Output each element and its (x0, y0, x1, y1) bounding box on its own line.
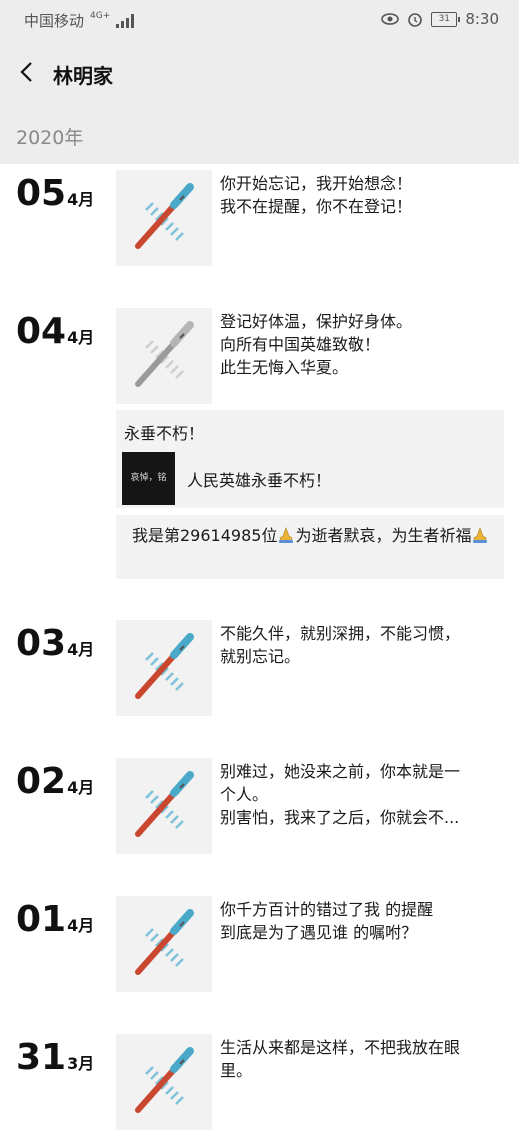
post-month: 4 (67, 640, 79, 659)
signal-icon (116, 13, 135, 28)
post-month: 3 (67, 1054, 79, 1073)
post-thumbnail[interactable] (116, 170, 212, 266)
shared-post-card[interactable]: 我是第29614985位 为逝者默哀，为生者祈福 (116, 515, 504, 579)
post-line: 我不在提醒，你不在登记！ (220, 197, 413, 216)
post-month: 4 (67, 778, 79, 797)
post-thumbnail[interactable] (116, 620, 212, 716)
alarm-icon (408, 13, 423, 27)
year-label: 2020年 (16, 127, 84, 149)
post-date: 044月 (16, 310, 94, 360)
post-line: 向所有中国英雄致敬！ (220, 335, 381, 354)
share2-text-middle: 为逝者默哀，为生者祈福 (295, 526, 472, 545)
post-line: 别害怕，我来了之后，你就会不... (220, 808, 460, 827)
post-day: 05 (16, 173, 67, 214)
post-thumbnail[interactable] (116, 758, 212, 854)
post-date: 034月 (16, 622, 94, 672)
post-day: 01 (16, 899, 67, 940)
month-suffix: 月 (78, 190, 95, 209)
thermometer-icon (135, 633, 194, 699)
post-date: 024月 (16, 760, 94, 810)
post-day: 02 (16, 761, 67, 802)
share2-text-before: 我是第29614985位 (132, 526, 278, 545)
post-month: 4 (67, 328, 79, 347)
post-text[interactable]: 生活从来都是这样，不把我放在眼 里。 (220, 1036, 510, 1082)
post-line: 别难过，她没来之前，你本就是一 (220, 762, 461, 781)
praying-hands-icon (473, 527, 488, 543)
battery-icon: 31 (431, 11, 461, 27)
share-text: 人民英雄永垂不朽！ (187, 471, 332, 490)
nav-bar: 林明家 (0, 40, 519, 106)
post-line: 生活从来都是这样，不把我放在眼 (220, 1038, 461, 1057)
post-text[interactable]: 登记好体温，保护好身体。 向所有中国英雄致敬！ 此生无悔入华夏。 (220, 310, 510, 379)
post-text[interactable]: 你千方百计的错过了我 的提醒 到底是为了遇见谁 的嘱咐？ (220, 898, 510, 944)
thermometer-icon (135, 321, 194, 387)
eye-icon (381, 13, 400, 25)
status-bar: 中国移动 4G+ 31 8:30 (0, 0, 519, 40)
post-line: 就别忘记。 (220, 647, 301, 666)
praying-hands-icon (279, 527, 294, 543)
month-suffix: 月 (78, 916, 95, 935)
post-day: 04 (16, 311, 67, 352)
post-text[interactable]: 不能久伴，就别深拥，不能习惯， 就别忘记。 (220, 622, 510, 668)
month-suffix: 月 (78, 778, 95, 797)
share-title: 永垂不朽！ (124, 424, 205, 443)
post-date: 054月 (16, 172, 94, 222)
post-line: 里。 (220, 1061, 253, 1080)
post-line: 登记好体温，保护好身体。 (220, 312, 413, 331)
post-line: 你开始忘记，我开始想念！ (220, 174, 413, 193)
month-suffix: 月 (78, 1054, 95, 1073)
post-month: 4 (67, 190, 79, 209)
post-thumbnail[interactable] (116, 1034, 212, 1130)
thermometer-icon (135, 771, 194, 837)
thermometer-icon (135, 1047, 194, 1113)
month-suffix: 月 (78, 640, 95, 659)
post-line: 你千方百计的错过了我 的提醒 (220, 900, 434, 919)
year-header: 2020年 (0, 106, 519, 164)
post-text[interactable]: 别难过，她没来之前，你本就是一 个人。 别害怕，我来了之后，你就会不... (220, 760, 510, 829)
shared-link-card[interactable]: 永垂不朽！ 哀悼，铭记。 人民英雄永垂不朽！ (116, 410, 504, 536)
carrier-label: 中国移动 (24, 12, 85, 30)
thermometer-icon (135, 183, 194, 249)
network-type: 4G+ (90, 10, 111, 21)
post-line: 不能久伴，就别深拥，不能习惯， (220, 624, 461, 643)
post-line: 到底是为了遇见谁 的嘱咐？ (220, 923, 418, 942)
share2-text: 我是第29614985位 为逝者默哀，为生者祈福 (132, 523, 494, 548)
back-arrow-icon[interactable] (14, 58, 42, 86)
post-date: 014月 (16, 898, 94, 948)
post-day: 31 (16, 1037, 67, 1078)
post-text[interactable]: 你开始忘记，我开始想念！ 我不在提醒，你不在登记！ (220, 172, 510, 218)
post-date: 313月 (16, 1036, 94, 1086)
page-title: 林明家 (53, 64, 113, 88)
post-day: 03 (16, 623, 67, 664)
share-thumbnail: 哀悼，铭记。 (122, 452, 175, 536)
clock-time: 8:30 (465, 10, 499, 28)
month-suffix: 月 (78, 328, 95, 347)
thermometer-icon (135, 909, 194, 975)
post-line: 此生无悔入华夏。 (220, 358, 349, 377)
post-thumbnail[interactable] (116, 896, 212, 992)
post-line: 个人。 (220, 785, 269, 804)
post-month: 4 (67, 916, 79, 935)
post-thumbnail[interactable] (116, 308, 212, 404)
battery-level: 31 (438, 13, 451, 24)
